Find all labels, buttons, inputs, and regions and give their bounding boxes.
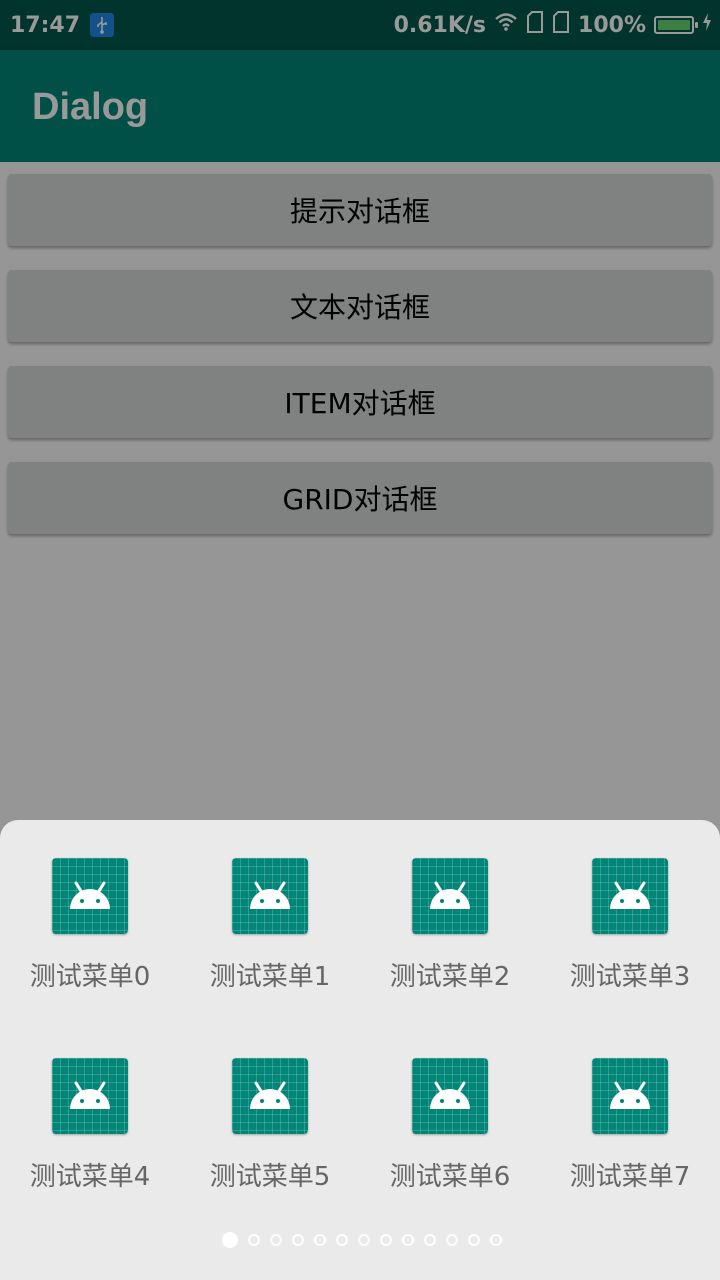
page-indicator-dot[interactable] [490, 1234, 502, 1246]
page-indicator-dot[interactable] [402, 1234, 414, 1246]
grid-menu-label: 测试菜单3 [569, 962, 691, 992]
page-indicator-dot[interactable] [222, 1232, 238, 1248]
grid-menu-label: 测试菜单4 [29, 1162, 151, 1192]
page-indicator-dot[interactable] [248, 1234, 260, 1246]
page-indicator-dot[interactable] [380, 1234, 392, 1246]
page-indicator [0, 1230, 720, 1250]
page-indicator-dot[interactable] [468, 1234, 480, 1246]
grid-menu-item[interactable]: 测试菜单0 [0, 858, 180, 1018]
grid-menu-item[interactable]: 测试菜单4 [0, 1058, 180, 1218]
grid-menu-label: 测试菜单7 [569, 1162, 691, 1192]
page-indicator-dot[interactable] [358, 1234, 370, 1246]
grid-menu-item[interactable]: 测试菜单2 [360, 858, 540, 1018]
grid-menu-label: 测试菜单5 [209, 1162, 331, 1192]
page-indicator-dot[interactable] [270, 1234, 282, 1246]
grid-menu-item[interactable]: 测试菜单1 [180, 858, 360, 1018]
android-app-icon [592, 858, 668, 934]
android-app-icon [592, 1058, 668, 1134]
grid-menu-item[interactable]: 测试菜单5 [180, 1058, 360, 1218]
android-app-icon [412, 1058, 488, 1134]
page-indicator-dot[interactable] [336, 1234, 348, 1246]
page-indicator-dot[interactable] [292, 1234, 304, 1246]
android-app-icon [232, 1058, 308, 1134]
grid-menu-item[interactable]: 测试菜单6 [360, 1058, 540, 1218]
grid-menu-label: 测试菜单1 [209, 962, 331, 992]
grid-menu-item[interactable]: 测试菜单7 [540, 1058, 720, 1218]
page-indicator-dot[interactable] [424, 1234, 436, 1246]
grid-dialog-sheet: 测试菜单0 测试菜单1 测试菜单2 测试菜单3 测试菜单4 测试菜单5 测试菜单6 测试菜单7 [0, 820, 720, 1280]
page-indicator-dot[interactable] [314, 1234, 326, 1246]
android-app-icon [412, 858, 488, 934]
grid-menu-item[interactable]: 测试菜单3 [540, 858, 720, 1018]
grid-menu-label: 测试菜单6 [389, 1162, 511, 1192]
grid-menu-label: 测试菜单0 [29, 962, 151, 992]
android-app-icon [52, 858, 128, 934]
grid-menu-label: 测试菜单2 [389, 962, 511, 992]
android-app-icon [232, 858, 308, 934]
android-app-icon [52, 1058, 128, 1134]
page-indicator-dot[interactable] [446, 1234, 458, 1246]
